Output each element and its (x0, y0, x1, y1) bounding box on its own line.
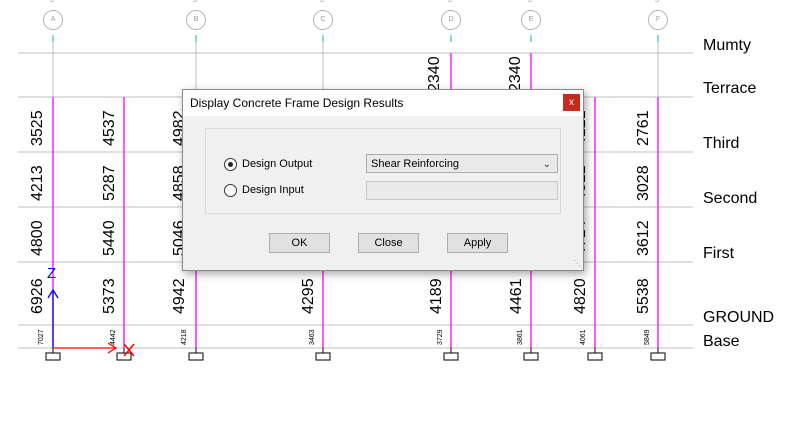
support-d (443, 352, 459, 361)
column-value: 2340 (507, 56, 524, 92)
level-label-second: Second (703, 190, 758, 207)
radio-selected-dot (228, 162, 233, 167)
support-e (523, 352, 539, 361)
column-value: 6926 (29, 278, 46, 314)
level-label-terrace: Terrace (703, 80, 757, 97)
column-value: 4461 (508, 278, 525, 314)
grid-bubble-number: 3 (320, 0, 324, 4)
column-value: 2340 (426, 56, 443, 92)
dialog-title: Display Concrete Frame Design Results (190, 96, 404, 110)
design-output-select[interactable]: Shear Reinforcing ⌄ (366, 154, 558, 173)
grid-bubble-number: 3 (193, 0, 197, 4)
design-output-label[interactable]: Design Output (242, 158, 312, 170)
column-value: 3729 (437, 329, 444, 345)
support-a2 (116, 352, 132, 361)
column-value: 5373 (101, 278, 118, 314)
column-value: 4061 (580, 329, 587, 345)
column-value: 4820 (572, 278, 589, 314)
level-label-ground: GROUND (703, 309, 775, 326)
column-value: 3028 (635, 165, 652, 201)
column-value: 7027 (38, 329, 45, 345)
column-value: 2761 (635, 110, 652, 146)
select-value: Shear Reinforcing (371, 158, 460, 170)
grid-bubble-c[interactable]: C (313, 10, 333, 30)
close-button[interactable]: Close (358, 233, 419, 253)
column-value: 5440 (101, 220, 118, 256)
chevron-down-icon: ⌄ (542, 159, 551, 170)
grid-bubble-f[interactable]: F (648, 10, 668, 30)
level-label-first: First (703, 245, 735, 262)
ok-button[interactable]: OK (269, 233, 330, 253)
grid-bubble-b[interactable]: B (186, 10, 206, 30)
design-input-radio[interactable] (224, 184, 237, 197)
grid-bubble-number: 3 (448, 0, 452, 4)
design-results-dialog: Display Concrete Frame Design Results x … (182, 89, 584, 271)
grid-bubble-a[interactable]: A (43, 10, 63, 30)
column-value: 3463 (309, 329, 316, 345)
design-options-group: Design Output Shear Reinforcing ⌄ Design… (205, 128, 561, 214)
apply-button[interactable]: Apply (447, 233, 508, 253)
dialog-titlebar[interactable]: Display Concrete Frame Design Results x (183, 90, 583, 116)
support-f (650, 352, 666, 361)
support-c (315, 352, 331, 361)
column-value: 4800 (29, 220, 46, 256)
grid-bubble-e[interactable]: E (521, 10, 541, 30)
design-input-field (366, 181, 558, 200)
grid-bubble-number: 3 (528, 0, 532, 4)
column-value: 5538 (635, 278, 652, 314)
column-value: 4537 (101, 110, 118, 146)
column-value: 4189 (428, 278, 445, 314)
column-value: 4213 (29, 165, 46, 201)
column-value: 5287 (101, 165, 118, 201)
axis-z-label: Z (47, 265, 57, 282)
design-input-label[interactable]: Design Input (242, 184, 304, 196)
grid-bubble-number: 3 (50, 0, 54, 4)
column-value: 3525 (29, 110, 46, 146)
global-axes-icon (47, 288, 135, 357)
resize-grip-icon[interactable]: ⋱ (573, 259, 581, 268)
column-value: 4942 (171, 278, 188, 314)
column-value: 3612 (635, 220, 652, 256)
support-b (188, 352, 204, 361)
design-output-radio[interactable] (224, 158, 237, 171)
close-icon[interactable]: x (563, 94, 580, 111)
level-label-base: Base (703, 333, 740, 350)
column-value: 3861 (517, 329, 524, 345)
grid-bubble-number: 3 (655, 0, 659, 4)
column-value: 4295 (300, 278, 317, 314)
support-e2 (587, 352, 603, 361)
level-label-third: Third (703, 135, 740, 152)
support-a (45, 352, 61, 361)
column-value: 5849 (644, 329, 651, 345)
column-value: 4442 (110, 329, 117, 345)
grid-bubble-d[interactable]: D (441, 10, 461, 30)
column-value: 4218 (181, 329, 188, 345)
level-label-mumty: Mumty (703, 37, 751, 54)
